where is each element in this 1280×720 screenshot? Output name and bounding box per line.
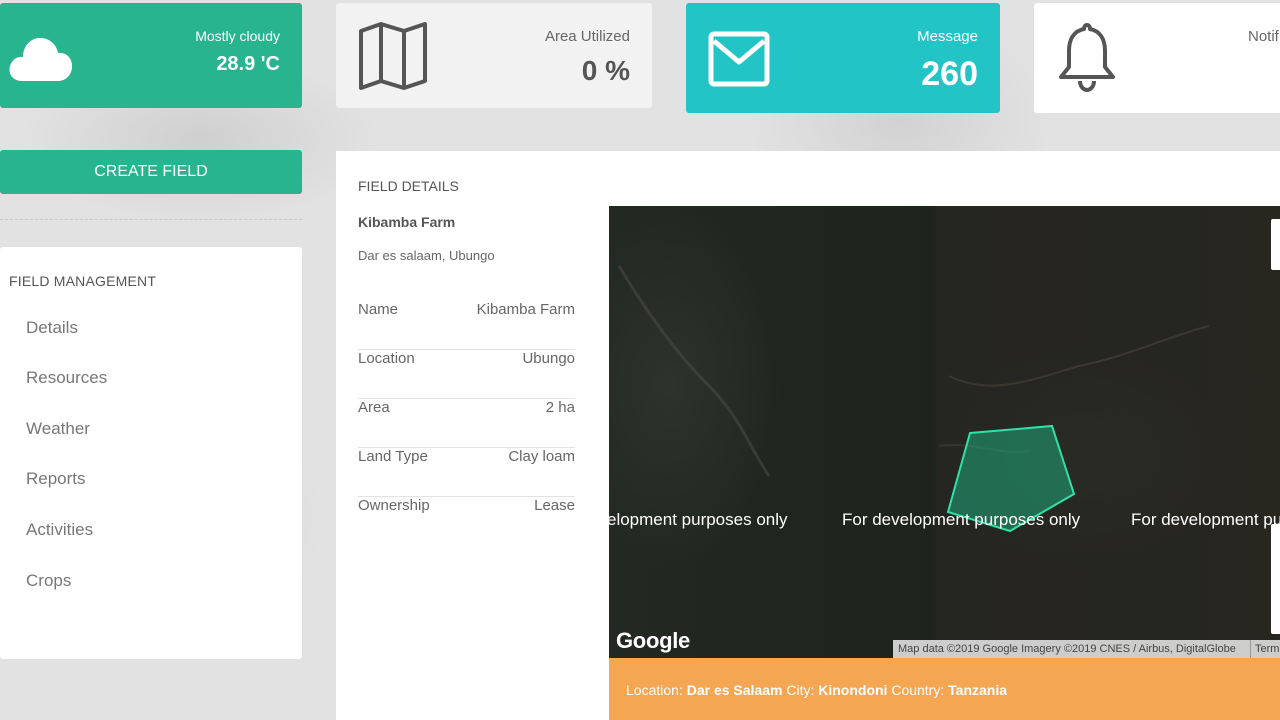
area-utilized-value: 0 % — [581, 55, 630, 86]
detail-value: 2 ha — [545, 399, 575, 416]
weather-card: Mostly cloudy 28.9 'C — [0, 3, 302, 108]
area-utilized-card: Area Utilized 0 % — [336, 3, 652, 108]
farm-address: Dar es salaam, Ubungo — [358, 248, 495, 263]
city-label: City: — [786, 682, 815, 698]
country-label: Country: — [891, 682, 945, 698]
detail-key: Area — [358, 399, 390, 416]
farm-name-heading: Kibamba Farm — [358, 214, 456, 230]
location-info-bar: Location: Dar es Salaam City: Kinondoni … — [609, 658, 1280, 720]
sidebar-item-details[interactable]: Details — [26, 318, 78, 338]
satellite-map[interactable]: elopment purposes only For development p… — [609, 206, 1280, 658]
sidebar-item-activities[interactable]: Activities — [26, 520, 93, 540]
detail-row-name: Name Kibamba Farm — [358, 301, 575, 350]
map-imagery — [617, 265, 1210, 533]
detail-key: Land Type — [358, 448, 428, 465]
city-value: Kinondoni — [818, 682, 888, 698]
area-utilized-label: Area Utilized — [544, 28, 630, 45]
sidebar-item-crops[interactable]: Crops — [26, 571, 71, 591]
google-logo: Google — [616, 628, 690, 653]
detail-row-area: Area 2 ha — [358, 399, 575, 448]
field-details-title: FIELD DETAILS — [358, 178, 459, 194]
sidebar-item-weather[interactable]: Weather — [26, 419, 90, 439]
menu-title: FIELD MANAGEMENT — [9, 273, 157, 289]
notification-label: Notif — [1248, 28, 1279, 45]
detail-value: Kibamba Farm — [476, 301, 575, 318]
map-attribution-text: Map data ©2019 Google Imagery ©2019 CNES… — [898, 643, 1236, 655]
sidebar-item-resources[interactable]: Resources — [26, 368, 107, 388]
create-field-button[interactable]: CREATE FIELD — [0, 150, 302, 194]
country-value: Tanzania — [948, 682, 1008, 698]
bell-icon — [1058, 21, 1116, 97]
envelope-icon — [708, 31, 770, 91]
detail-row-location: Location Ubungo — [358, 350, 575, 399]
detail-key: Name — [358, 301, 399, 318]
map-icon — [358, 21, 428, 95]
detail-value: Lease — [534, 497, 575, 514]
location-value: Dar es Salaam — [686, 682, 783, 698]
map-terms-link[interactable]: Term — [1250, 640, 1279, 658]
message-label: Message — [917, 28, 978, 45]
message-card[interactable]: Message 260 — [686, 3, 1000, 113]
detail-row-land-type: Land Type Clay loam — [358, 448, 575, 497]
detail-key: Ownership — [358, 497, 430, 514]
sidebar-divider — [0, 219, 302, 220]
notification-card[interactable]: Notif — [1034, 3, 1280, 113]
detail-key: Location — [358, 350, 415, 367]
detail-value: Ubungo — [522, 350, 575, 367]
detail-row-ownership: Ownership Lease — [358, 497, 575, 546]
location-label: Location: — [626, 682, 683, 698]
weather-temperature: 28.9 'C — [216, 53, 280, 75]
map-watermark: elopment purposes only — [609, 510, 788, 529]
cloud-icon — [8, 25, 74, 87]
map-type-control[interactable] — [1271, 219, 1280, 270]
map-watermark: For development purposes only — [842, 510, 1081, 529]
map-watermark: For development purp — [1131, 510, 1280, 529]
sidebar-item-reports[interactable]: Reports — [26, 469, 86, 489]
weather-condition: Mostly cloudy — [195, 28, 280, 44]
detail-value: Clay loam — [508, 448, 575, 465]
map-attribution: Map data ©2019 Google Imagery ©2019 CNES… — [893, 640, 1280, 658]
field-management-menu: FIELD MANAGEMENT Details Resources Weath… — [0, 247, 302, 659]
map-zoom-control[interactable] — [1271, 524, 1280, 634]
message-count: 260 — [921, 55, 978, 93]
